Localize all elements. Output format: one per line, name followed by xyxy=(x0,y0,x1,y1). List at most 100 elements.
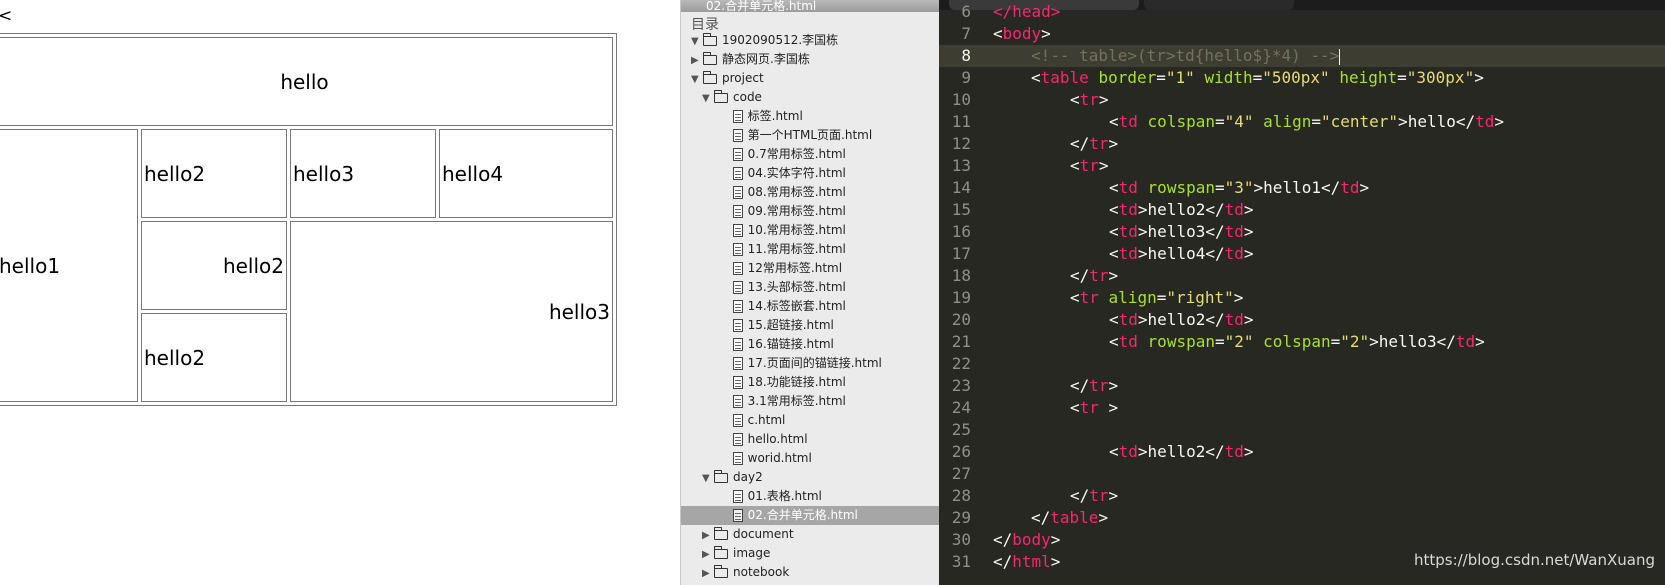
tree-folder[interactable]: ▶ image xyxy=(702,544,770,563)
file-icon xyxy=(732,509,743,522)
tree-folder[interactable]: ▶ notebook xyxy=(702,563,789,582)
tree-file[interactable]: 01.表格.html xyxy=(713,487,822,506)
folder-icon xyxy=(714,545,728,559)
expanded-arrow-icon[interactable]: ▼ xyxy=(691,70,703,89)
tree-item-label: 14.标签嵌套.html xyxy=(747,299,846,313)
tree-file[interactable]: 11.常用标签.html xyxy=(713,240,846,259)
file-icon xyxy=(732,490,743,503)
tree-folder[interactable]: ▼ code xyxy=(702,88,762,107)
tree-folder[interactable]: ▼ day2 xyxy=(702,468,763,487)
tree-item-label: 16.锚链接.html xyxy=(747,337,834,351)
folder-icon xyxy=(703,70,717,84)
file-icon xyxy=(732,167,743,180)
code-editor[interactable]: 6 </head> 7 <body> 8 <!-- table>(tr>td{hell… xyxy=(939,0,1665,585)
tree-file[interactable]: 12常用标签.html xyxy=(713,259,842,278)
file-icon xyxy=(732,395,743,408)
cell-hello1: hello1 xyxy=(0,129,138,402)
tree-file[interactable]: 第一个HTML页面.html xyxy=(713,126,872,145)
browser-preview: < hello hello1 hello2 hello3 hello4 hell… xyxy=(0,0,680,585)
folder-icon xyxy=(714,469,728,483)
tree-item-label: 12常用标签.html xyxy=(747,261,843,275)
file-icon xyxy=(732,452,743,465)
collapsed-arrow-icon[interactable]: ▶ xyxy=(702,564,714,583)
tree-file[interactable]: 15.超链接.html xyxy=(713,316,834,335)
file-icon xyxy=(732,319,743,332)
tree-item-label: 04.实体字符.html xyxy=(747,166,846,180)
file-icon xyxy=(732,300,743,313)
tree-file[interactable]: 02.合并单元格.html xyxy=(681,506,939,525)
tree-item-label: 17.页面间的锚链接.html xyxy=(747,356,882,370)
file-icon xyxy=(732,357,743,370)
cell-hello2: hello2 xyxy=(141,129,287,218)
tree-item-label: 3.1常用标签.html xyxy=(747,394,846,408)
tree-file[interactable]: c.html xyxy=(713,411,785,430)
tree-item-label: day2 xyxy=(733,470,763,484)
collapsed-arrow-icon[interactable]: ▶ xyxy=(691,51,703,70)
tree-file[interactable]: hello.html xyxy=(713,430,808,449)
file-icon xyxy=(732,338,743,351)
collapsed-arrow-icon[interactable]: ▶ xyxy=(702,526,714,545)
file-icon xyxy=(732,110,743,123)
editor-tab[interactable] xyxy=(1144,0,1294,10)
cell-hello3-merged: hello3 xyxy=(290,221,613,402)
tree-folder[interactable]: ▶ 静态网页.李国栋 xyxy=(691,50,810,69)
tree-item-label: 1902090512.李国栋 xyxy=(722,33,839,47)
cell-hello2-right: hello2 xyxy=(141,221,287,310)
expanded-arrow-icon[interactable]: ▼ xyxy=(702,469,714,488)
text-caret xyxy=(1339,48,1341,65)
folder-icon xyxy=(714,564,728,578)
file-icon xyxy=(732,414,743,427)
tree-file[interactable]: 10.常用标签.html xyxy=(713,221,846,240)
preview-table: hello hello1 hello2 hello3 hello4 hello2… xyxy=(0,33,617,406)
folder-icon xyxy=(714,526,728,540)
tree-folder[interactable]: ▶ document xyxy=(702,525,794,544)
file-icon xyxy=(732,433,743,446)
folder-icon xyxy=(714,89,728,103)
file-icon xyxy=(732,205,743,218)
tree-file[interactable]: 13.头部标签.html xyxy=(713,278,846,297)
tree-item-label: 10.常用标签.html xyxy=(747,223,846,237)
tree-item-label: 0.7常用标签.html xyxy=(747,147,846,161)
tree-item-label: hello.html xyxy=(747,432,808,446)
tree-item-label: image xyxy=(733,546,771,560)
file-icon xyxy=(732,262,743,275)
watermark-text: https://blog.csdn.net/WanXuang xyxy=(1413,551,1655,569)
expanded-arrow-icon[interactable]: ▼ xyxy=(691,32,703,51)
tree-file[interactable]: 16.锚链接.html xyxy=(713,335,834,354)
file-icon xyxy=(732,243,743,256)
folder-icon xyxy=(703,32,717,46)
tree-item-label: 11.常用标签.html xyxy=(747,242,846,256)
tree-folder[interactable]: ▼ 1902090512.李国栋 xyxy=(691,31,838,50)
tree-file[interactable]: 18.功能链接.html xyxy=(713,373,846,392)
expanded-arrow-icon[interactable]: ▼ xyxy=(702,89,714,108)
collapsed-arrow-icon[interactable]: ▶ xyxy=(702,545,714,564)
folder-icon xyxy=(703,51,717,65)
file-icon xyxy=(732,281,743,294)
tree-file[interactable]: worid.html xyxy=(713,449,812,468)
cell-hello4: hello4 xyxy=(439,129,613,218)
tree-folder[interactable]: ▼ project xyxy=(691,69,764,88)
tree-item-label: 02.合并单元格.html xyxy=(747,508,858,522)
stray-text: < xyxy=(0,6,13,26)
file-icon xyxy=(732,148,743,161)
tree-item-label: project xyxy=(722,71,764,85)
file-icon xyxy=(732,224,743,237)
tree-item-label: document xyxy=(733,527,794,541)
tree-item-label: 01.表格.html xyxy=(747,489,822,503)
tree-file[interactable]: 08.常用标签.html xyxy=(713,183,846,202)
tree-file[interactable]: 04.实体字符.html xyxy=(713,164,846,183)
tree-item-label: 09.常用标签.html xyxy=(747,204,846,218)
cell-hello2-bottom: hello2 xyxy=(141,313,287,402)
file-icon xyxy=(732,376,743,389)
tree-file[interactable]: 09.常用标签.html xyxy=(713,202,846,221)
file-tree-sidebar: 02.合并单元格.html 目录 ▼ 1902090512.李国栋 ▶ 静态网页.李国… xyxy=(680,0,940,585)
tree-file[interactable]: 0.7常用标签.html xyxy=(713,145,846,164)
cell-hello3: hello3 xyxy=(290,129,436,218)
tree-file[interactable]: 3.1常用标签.html xyxy=(713,392,846,411)
open-file-header: 02.合并单元格.html xyxy=(681,0,939,12)
tree-file[interactable]: 14.标签嵌套.html xyxy=(713,297,846,316)
tree-file[interactable]: 17.页面间的锚链接.html xyxy=(713,354,882,373)
tree-item-label: 13.头部标签.html xyxy=(747,280,846,294)
tree-file[interactable]: 标签.html xyxy=(713,107,803,126)
tree-item-label: c.html xyxy=(747,413,786,427)
